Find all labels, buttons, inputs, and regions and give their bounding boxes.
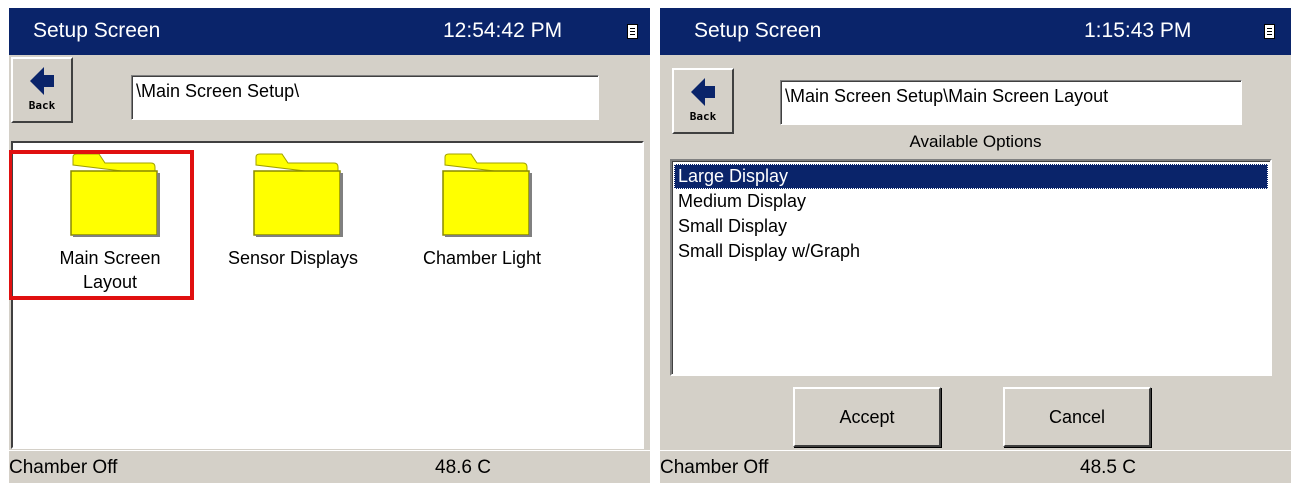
option-small-display-graph[interactable]: Small Display w/Graph (674, 239, 1268, 264)
temperature-readout: 48.6 C (435, 457, 491, 478)
folder-label: Main Screen Layout (59, 248, 161, 292)
clock: 12:54:42 PM (443, 19, 563, 42)
folder-icon (253, 153, 343, 237)
setup-screen-right: Setup Screen 1:15:43 PM Back \Main Scree… (660, 8, 1291, 483)
folder-icon (442, 153, 532, 237)
folder-label: Sensor Displays (227, 248, 359, 268)
tray-icon[interactable] (1264, 24, 1275, 39)
options-list[interactable]: Large Display Medium Display Small Displ… (670, 159, 1272, 376)
folder-sensor-displays[interactable]: Sensor Displays (208, 143, 378, 303)
folder-icon (70, 153, 160, 237)
tray-icon[interactable] (627, 24, 638, 39)
title-bar: Setup Screen 1:15:43 PM (660, 8, 1291, 55)
back-button[interactable]: Back (11, 57, 73, 123)
folder-pane: Main Screen Layout Sensor Displays Chamb… (9, 141, 644, 449)
accept-button[interactable]: Accept (793, 387, 941, 447)
screen-divider (650, 0, 660, 483)
chamber-status: Chamber Off (660, 457, 769, 478)
option-large-display[interactable]: Large Display (674, 164, 1268, 189)
back-button[interactable]: Back (672, 68, 734, 134)
folder-label: Chamber Light (422, 248, 542, 268)
chamber-status: Chamber Off (9, 457, 118, 478)
option-medium-display[interactable]: Medium Display (674, 189, 1268, 214)
back-label: Back (28, 99, 56, 112)
options-heading: Available Options (909, 132, 1042, 151)
cancel-button[interactable]: Cancel (1003, 387, 1151, 447)
window-title: Setup Screen (694, 19, 822, 42)
status-bar: Chamber Off 48.5 C (660, 450, 1291, 483)
window-title: Setup Screen (33, 19, 161, 42)
path-field: \Main Screen Setup\Main Screen Layout (780, 80, 1242, 125)
status-bar: Chamber Off 48.6 C (9, 450, 650, 483)
option-small-display[interactable]: Small Display (674, 214, 1268, 239)
back-label: Back (689, 110, 717, 123)
path-field: \Main Screen Setup\ (131, 75, 599, 120)
clock: 1:15:43 PM (1084, 19, 1192, 42)
title-bar: Setup Screen 12:54:42 PM (9, 8, 650, 55)
temperature-readout: 48.5 C (1080, 457, 1136, 478)
back-arrow-icon (30, 67, 54, 95)
folder-chamber-light[interactable]: Chamber Light (397, 143, 567, 303)
setup-screen-left: Setup Screen 12:54:42 PM Back \Main Scre… (9, 8, 650, 483)
folder-main-screen-layout[interactable]: Main Screen Layout (25, 143, 195, 303)
back-arrow-icon (691, 78, 715, 106)
